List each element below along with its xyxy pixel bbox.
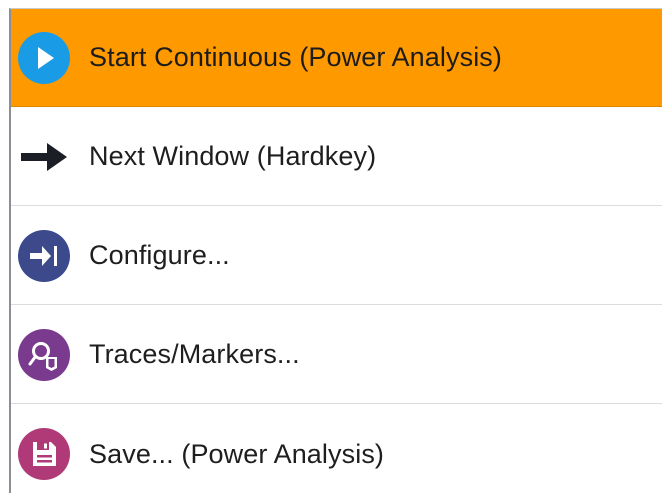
configure-icon	[17, 229, 71, 283]
menu-item-start-continuous[interactable]: Start Continuous (Power Analysis)	[11, 9, 662, 107]
menu-item-label: Configure...	[89, 240, 230, 270]
menu-item-label: Traces/Markers...	[89, 339, 300, 369]
arrow-right-icon	[17, 130, 71, 184]
play-icon	[17, 31, 71, 85]
menu-item-label: Start Continuous (Power Analysis)	[89, 42, 502, 72]
menu-item-save[interactable]: Save... (Power Analysis)	[11, 405, 662, 503]
menu-item-next-window[interactable]: Next Window (Hardkey)	[11, 108, 662, 206]
menu-item-configure[interactable]: Configure...	[11, 207, 662, 305]
menu-item-label: Next Window (Hardkey)	[89, 141, 377, 171]
save-icon	[17, 427, 71, 481]
menu-item-label: Save... (Power Analysis)	[89, 438, 385, 469]
traces-markers-icon	[17, 328, 71, 382]
context-menu: Start Continuous (Power Analysis) Next W…	[9, 8, 662, 493]
menu-item-traces-markers[interactable]: Traces/Markers...	[11, 306, 662, 404]
